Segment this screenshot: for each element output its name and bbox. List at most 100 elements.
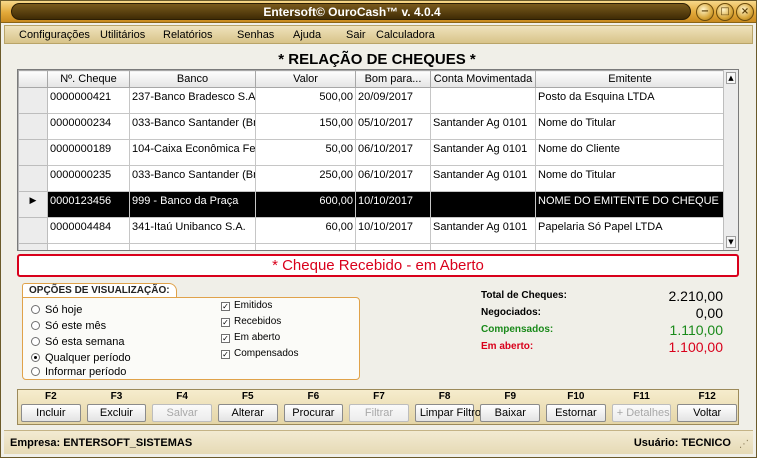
checkbox-checked-icon[interactable]: ✓ xyxy=(221,334,230,343)
period-option[interactable]: Só hoje xyxy=(31,304,82,316)
radio-selected-icon[interactable] xyxy=(31,353,40,362)
table-cell[interactable]: 50,00 xyxy=(255,139,356,166)
table-cell[interactable]: 0000000189 xyxy=(47,139,130,166)
incluir-button[interactable]: Incluir xyxy=(21,404,81,422)
column-header[interactable]: Emitente xyxy=(535,70,725,88)
excluir-button[interactable]: Excluir xyxy=(86,404,147,422)
minimize-icon[interactable]: − xyxy=(696,3,714,21)
vertical-scrollbar[interactable]: ▲ ▼ xyxy=(723,70,738,250)
table-cell[interactable]: Santander Ag 0101 xyxy=(430,217,536,244)
period-option[interactable]: Só esta semana xyxy=(31,336,125,348)
row-indicator[interactable] xyxy=(18,165,48,192)
table-cell[interactable]: 10/10/2017 xyxy=(355,191,431,218)
table-cell[interactable]: 999 - Banco da Praça xyxy=(129,191,256,218)
row-indicator[interactable] xyxy=(18,217,48,244)
menu-relatorios[interactable]: Relatórios xyxy=(163,29,213,41)
radio-icon[interactable] xyxy=(31,337,40,346)
table-row[interactable]: 0000000235033-Banco Santander (Brasil)25… xyxy=(18,165,725,192)
table-cell[interactable]: 0000000421 xyxy=(47,87,130,114)
scroll-up-icon[interactable]: ▲ xyxy=(726,72,736,84)
table-cell[interactable]: 500,00 xyxy=(255,87,356,114)
table-cell[interactable]: 250,00 xyxy=(255,165,356,192)
table-cell[interactable]: 0000000234 xyxy=(47,113,130,140)
salvar-button[interactable]: Salvar xyxy=(152,404,212,422)
detalhes-button[interactable]: + Detalhes xyxy=(611,404,672,422)
radio-icon[interactable] xyxy=(31,321,40,330)
table-cell[interactable]: 0000000235 xyxy=(47,165,130,192)
close-icon[interactable]: × xyxy=(736,3,754,21)
menu-ajuda[interactable]: Ajuda xyxy=(293,29,321,41)
filter-option[interactable]: ✓ Recebidos xyxy=(221,316,281,327)
table-cell[interactable]: Nome do Titular xyxy=(535,165,725,192)
alterar-button[interactable]: Alterar xyxy=(217,404,278,422)
table-cell[interactable]: Santander Ag 0101 xyxy=(430,113,536,140)
row-indicator[interactable] xyxy=(18,87,48,114)
cheques-table[interactable]: Nº. Cheque Banco Valor Bom para... Conta… xyxy=(17,69,739,251)
menu-senhas[interactable]: Senhas xyxy=(237,29,274,41)
period-option[interactable]: Qualquer período xyxy=(31,352,131,364)
table-cell[interactable]: 0000123456 xyxy=(47,191,130,218)
column-header[interactable]: Nº. Cheque xyxy=(47,70,130,88)
menu-calculadora[interactable]: Calculadora xyxy=(376,29,435,41)
row-indicator[interactable] xyxy=(18,139,48,166)
table-cell[interactable] xyxy=(430,87,536,114)
filter-option[interactable]: ✓ Em aberto xyxy=(221,332,280,343)
table-row[interactable]: 0000004484 341-Itaú Unibanco S.A. 60,00 10/… xyxy=(18,217,725,244)
table-cell[interactable]: Nome do Cliente xyxy=(535,139,725,166)
table-cell[interactable]: 341-Itaú Unibanco S.A. xyxy=(129,217,256,244)
table-cell[interactable] xyxy=(430,191,536,218)
procurar-button[interactable]: Procurar xyxy=(283,404,344,422)
checkbox-checked-icon[interactable]: ✓ xyxy=(221,302,230,311)
resize-grip-icon[interactable]: ⋰ xyxy=(739,439,749,450)
menu-utilitarios[interactable]: Utilitários xyxy=(100,29,145,41)
column-header[interactable]: Valor xyxy=(255,70,356,88)
scroll-down-icon[interactable]: ▼ xyxy=(726,236,736,248)
column-header[interactable]: Conta Movimentada xyxy=(430,70,536,88)
table-cell[interactable]: 06/10/2017 xyxy=(355,165,431,192)
table-cell[interactable]: 150,00 xyxy=(255,113,356,140)
period-option[interactable]: Só este mês xyxy=(31,320,106,332)
table-cell[interactable]: 60,00 xyxy=(255,217,356,244)
table-cell[interactable]: 600,00 xyxy=(255,191,356,218)
menu-configuracoes[interactable]: Configurações xyxy=(19,29,90,41)
table-cell[interactable]: Posto da Esquina LTDA xyxy=(535,87,725,114)
table-row[interactable]: 0000000421 237-Banco Bradesco S.A. 500,00 2… xyxy=(18,87,725,114)
table-cell[interactable]: 0000004484 xyxy=(47,217,130,244)
voltar-button[interactable]: Voltar xyxy=(677,404,737,422)
filter-option[interactable]: ✓ Compensados xyxy=(221,348,298,359)
menu-sair[interactable]: Sair xyxy=(346,29,366,41)
table-cell[interactable]: 237-Banco Bradesco S.A. xyxy=(129,87,256,114)
table-cell[interactable]: 06/10/2017 xyxy=(355,139,431,166)
table-cell[interactable]: Papelaria Só Papel LTDA xyxy=(535,217,725,244)
radio-icon[interactable] xyxy=(31,367,40,376)
table-cell[interactable]: 05/10/2017 xyxy=(355,113,431,140)
table-cell[interactable]: 20/09/2017 xyxy=(355,87,431,114)
column-header[interactable]: Bom para... xyxy=(355,70,431,88)
table-cell[interactable]: Santander Ag 0101 xyxy=(430,165,536,192)
table-row[interactable]: ▶ 0000123456 999 - Banco da Praça 600,00 10/… xyxy=(18,191,725,218)
function-key-cell: F7 Filtrar xyxy=(346,390,412,422)
table-row[interactable]: 0000000234033-Banco Santander (Brasil)15… xyxy=(18,113,725,140)
row-pointer-icon[interactable]: ▶ xyxy=(18,191,48,218)
table-cell[interactable]: 104-Caixa Econômica Federal xyxy=(129,139,256,166)
period-option[interactable]: Informar período xyxy=(31,366,126,378)
row-indicator[interactable] xyxy=(18,113,48,140)
table-row[interactable]: 0000000189104-Caixa Econômica Federal50,… xyxy=(18,139,725,166)
estornar-button[interactable]: Estornar xyxy=(546,404,606,422)
table-cell[interactable]: Santander Ag 0101 xyxy=(430,139,536,166)
filtrar-button[interactable]: Filtrar xyxy=(349,404,409,422)
baixar-button[interactable]: Baixar xyxy=(480,404,541,422)
limpar-filtro-button[interactable]: Limpar Filtro xyxy=(414,404,481,422)
table-cell[interactable]: NOME DO EMITENTE DO CHEQUE xyxy=(535,191,725,218)
table-cell[interactable]: 033-Banco Santander (Brasil) xyxy=(129,113,256,140)
negociados-label: Negociados: xyxy=(481,307,542,318)
table-cell[interactable]: 033-Banco Santander (Brasil) xyxy=(129,165,256,192)
table-cell[interactable]: 10/10/2017 xyxy=(355,217,431,244)
maximize-icon[interactable]: □ xyxy=(716,3,734,21)
checkbox-checked-icon[interactable]: ✓ xyxy=(221,350,230,359)
column-header[interactable]: Banco xyxy=(129,70,256,88)
filter-option[interactable]: ✓ Emitidos xyxy=(221,300,272,311)
radio-icon[interactable] xyxy=(31,305,40,314)
table-cell[interactable]: Nome do Titular xyxy=(535,113,725,140)
checkbox-checked-icon[interactable]: ✓ xyxy=(221,318,230,327)
